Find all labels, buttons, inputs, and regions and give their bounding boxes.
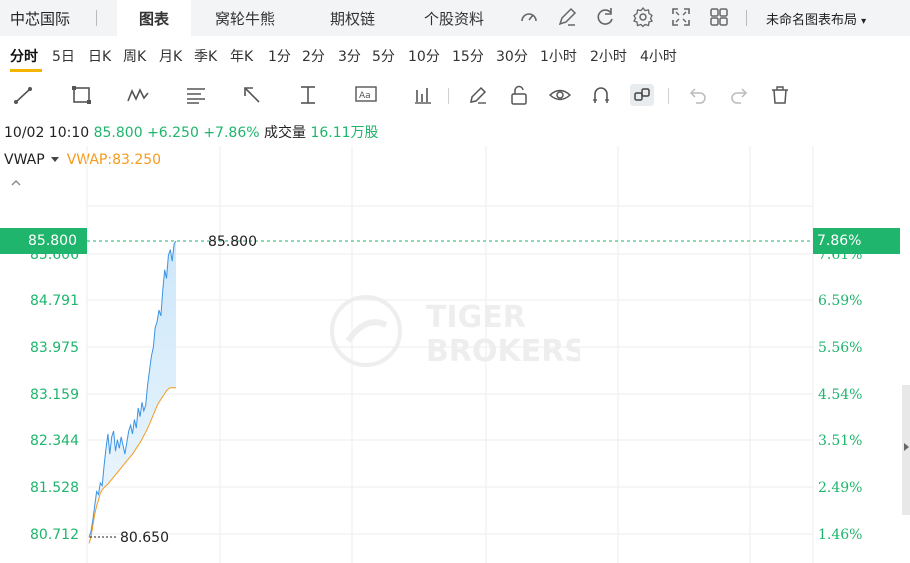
y-tick-label-right: 5.56% (818, 340, 862, 356)
high-price-label: 85.800 (208, 234, 257, 250)
vwap-line (88, 387, 176, 544)
y-tick-label-right: 3.51% (818, 433, 862, 449)
current-price-tag-left: 85.800 (0, 228, 87, 254)
low-price-label: 80.650 (120, 530, 169, 546)
y-tick-label-left: 80.712 (30, 527, 79, 543)
y-tick-label-left: 81.528 (30, 480, 79, 496)
y-tick-label-left: 84.791 (30, 293, 79, 309)
y-tick-label-right: 6.59% (818, 293, 862, 309)
current-price-tag-right: 7.86% (813, 228, 900, 254)
y-tick-label-left: 82.344 (30, 433, 79, 449)
intraday-chart[interactable]: 85.60684.79183.97583.15982.34481.52880.7… (0, 0, 910, 563)
chevron-right-icon (904, 443, 909, 451)
right-panel-toggle[interactable] (902, 385, 910, 515)
y-tick-label-right: 2.49% (818, 480, 862, 496)
y-tick-label-right: 4.54% (818, 387, 862, 403)
y-tick-label-left: 83.975 (30, 340, 79, 356)
y-tick-label-right: 1.46% (818, 527, 862, 543)
y-tick-label-left: 83.159 (30, 387, 79, 403)
